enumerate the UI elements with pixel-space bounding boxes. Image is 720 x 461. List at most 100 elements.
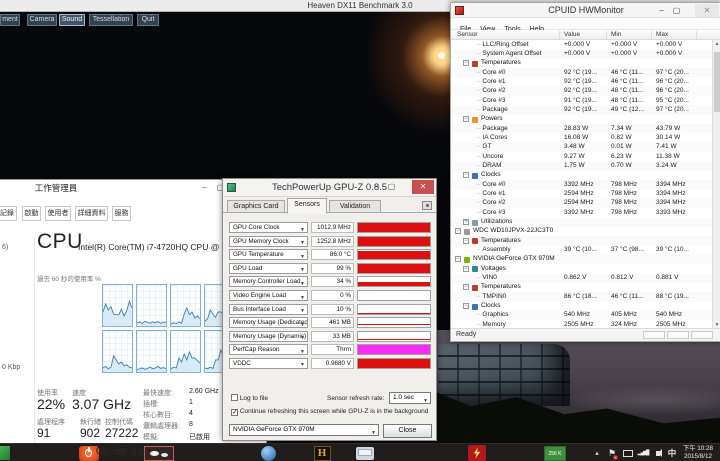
tree-row-vin0[interactable]: – VIN0 0.862 V 0.812 V 0.881 V: [451, 273, 713, 283]
tree-row-package[interactable]: – Package 92 °C (19... 49 °C (12... 97 °C (…: [451, 105, 713, 115]
maximize-button[interactable]: ▢: [669, 4, 684, 17]
collapse-icon[interactable]: −: [455, 256, 461, 263]
tree-row-voltages[interactable]: − Voltages: [451, 264, 713, 273]
close-button[interactable]: ✕: [695, 4, 719, 17]
taskbar-app-heaven[interactable]: H: [308, 445, 336, 461]
expand-icon[interactable]: +: [463, 219, 469, 226]
tree-row-clocks[interactable]: − Clocks: [451, 302, 713, 311]
tab-詳細資料[interactable]: 詳細資料: [75, 206, 108, 221]
column-max[interactable]: Max: [656, 31, 668, 38]
sensor-select[interactable]: Memory Controller Load ▼: [229, 276, 308, 288]
heaven-button-ment[interactable]: ment: [0, 14, 20, 26]
action-center-flag-icon[interactable]: ⚑ ✕: [606, 444, 618, 461]
close-dialog-button[interactable]: Close: [383, 424, 432, 438]
network-signal-icon[interactable]: ▂▄▆█: [636, 444, 650, 461]
tree-row-nvidia-geforce-gtx-970m[interactable]: − NVIDIA GeForce GTX 970M: [451, 254, 713, 265]
heaven-button-camera[interactable]: Camera: [27, 14, 57, 26]
tree-row-powers[interactable]: − Powers: [451, 115, 713, 124]
volume-icon[interactable]: [652, 444, 664, 461]
sensor-select[interactable]: VDDC ▼: [229, 357, 308, 369]
taskbar-app-lightning[interactable]: [462, 445, 492, 461]
tree-row-temperatures[interactable]: − Temperatures: [451, 283, 713, 292]
tree-row-core-0[interactable]: – Core #0 3392 MHz 798 MHz 3394 MHz: [451, 180, 713, 190]
gpuz-titlebar[interactable]: TechPowerUp GPU-Z 0.8.5 – ▢ ✕: [223, 179, 436, 197]
tab-啟動[interactable]: 啟動: [22, 206, 41, 221]
minimize-button[interactable]: –: [369, 180, 384, 193]
sensor-select[interactable]: GPU Load ▼: [229, 262, 308, 274]
tab-graphics-card[interactable]: Graphics Card: [227, 200, 285, 213]
gpu-select[interactable]: NVIDIA GeForce GTX 970M ▼: [229, 424, 379, 436]
tree-row-core-3[interactable]: – Core #3 3392 MHz 798 MHz 3393 MHz: [451, 208, 713, 217]
ime-indicator[interactable]: 中: [666, 444, 678, 461]
tree-row-llc-ring-offset[interactable]: – LLC/Ring Offset +0.000 V +0.000 V +0.000 …: [451, 40, 713, 49]
tree-row-core-0[interactable]: – Core #0 92 °C (19... 46 °C (11... 97 °C (…: [451, 68, 713, 78]
collapse-icon[interactable]: −: [463, 116, 469, 123]
collapse-icon[interactable]: −: [463, 237, 469, 244]
sensor-select[interactable]: Video Engine Load ▼: [229, 290, 308, 301]
sensor-select[interactable]: Memory Usage (Dynamic) ▼: [229, 330, 308, 342]
tree-row-core-2[interactable]: – Core #2 2594 MHz 798 MHz 3394 MHz: [451, 198, 713, 209]
sensor-select[interactable]: Bus Interface Load ▼: [229, 303, 308, 315]
tree-row-core-1[interactable]: – Core #1 92 °C (19... 46 °C (11... 96 °C (…: [451, 77, 713, 86]
screenshot-camera-icon[interactable]: [422, 201, 432, 210]
tree-row-assembly[interactable]: – Assembly 39 °C (10... 37 °C (98... 39 °C …: [451, 246, 713, 255]
tree-row-core-3[interactable]: – Core #3 91 °C (19... 48 °C (11... 95 °C (…: [451, 96, 713, 105]
taskbar-app-monitor[interactable]: [350, 445, 380, 461]
tree-row-graphics[interactable]: – Graphics 540 MHz 405 MHz 540 MHz: [451, 310, 713, 321]
column-sensor[interactable]: Sensor: [457, 31, 478, 38]
heaven-button-sound[interactable]: Sound: [59, 14, 85, 26]
sensor-select[interactable]: PerfCap Reason ▼: [229, 344, 308, 356]
tree-row-gt[interactable]: – GT 3.48 W 0.01 W 7.41 W: [451, 142, 713, 153]
collapse-icon[interactable]: −: [463, 172, 469, 179]
taskbar-app-green[interactable]: [0, 445, 10, 461]
collapse-icon[interactable]: −: [463, 284, 469, 291]
minimize-button[interactable]: –: [197, 181, 212, 194]
tab-記錄[interactable]: 記錄: [0, 206, 17, 221]
tab-服務[interactable]: 服務: [112, 206, 131, 221]
tree-row-wdc-wd10jpvx-22jc3t0[interactable]: − WDC WD10JPVX-22JC3T0: [451, 227, 713, 236]
sensor-select[interactable]: GPU Temperature ▼: [229, 249, 308, 261]
tree-row-core-1[interactable]: – Core #1 2594 MHz 798 MHz 3394 MHz: [451, 190, 713, 199]
scrollbar-thumb[interactable]: [714, 52, 720, 112]
tab-使用者[interactable]: 使用者: [45, 206, 71, 221]
sensor-select[interactable]: GPU Core Clock ▼: [229, 222, 308, 234]
hidden-icons-arrow-icon[interactable]: ▴: [592, 444, 602, 461]
tree-row-temperatures[interactable]: − Temperatures: [451, 236, 713, 246]
tree-row-clocks[interactable]: − Clocks: [451, 171, 713, 180]
heaven-button-quit[interactable]: Quit: [137, 14, 159, 26]
continue-refresh-checkbox[interactable]: ✓: [231, 409, 238, 416]
column-min[interactable]: Min: [611, 31, 621, 38]
tree-row-tmpin0[interactable]: – TMPIN0 86 °C (18... 46 °C (11... 88 °C (1…: [451, 292, 713, 302]
sensor-select[interactable]: Memory Usage (Dedicated) ▼: [229, 317, 308, 329]
tree-row-uncore[interactable]: – Uncore 9.27 W 6.23 W 11.38 W: [451, 152, 713, 161]
taskbar-app-blue-circle[interactable]: [253, 445, 283, 461]
refresh-rate-select[interactable]: 1.0 sec ▼: [389, 392, 431, 404]
collapse-icon[interactable]: −: [463, 265, 469, 272]
taskbar-app-active-highlighted[interactable]: [143, 445, 175, 461]
tree-row-temperatures[interactable]: − Temperatures: [451, 59, 713, 68]
column-value[interactable]: Value: [564, 31, 580, 38]
log-to-file-checkbox[interactable]: [231, 394, 238, 401]
minimize-button[interactable]: –: [654, 4, 669, 17]
tray-clock[interactable]: 下午 10:28 2015/8/12: [678, 445, 718, 461]
close-button[interactable]: ✕: [412, 180, 434, 194]
vertical-scrollbar[interactable]: ▲ ▼: [712, 40, 720, 330]
tree-row-system-agent-offset[interactable]: – System Agent Offset +0.000 V +0.000 V +0.…: [451, 49, 713, 59]
tree-row-core-2[interactable]: – Core #2 92 °C (19... 48 °C (11... 96 °C (…: [451, 86, 713, 97]
hwmonitor-titlebar[interactable]: CPUID HWMonitor – ▢ ✕: [451, 3, 720, 18]
collapse-icon[interactable]: −: [463, 303, 469, 310]
tab-validation[interactable]: Validation: [329, 200, 381, 213]
tab-sensors[interactable]: Sensors: [287, 198, 327, 214]
maximize-button[interactable]: ▢: [384, 180, 399, 193]
collapse-icon[interactable]: −: [463, 60, 469, 67]
tree-row-package[interactable]: – Package 28.83 W 7.34 W 43.79 W: [451, 124, 713, 134]
collapse-icon[interactable]: −: [455, 228, 461, 235]
touch-keyboard-icon[interactable]: [621, 444, 634, 461]
tree-row-dram[interactable]: – DRAM 1.75 W 0.70 W 3.24 W: [451, 161, 713, 171]
sensor-select[interactable]: GPU Memory Clock ▼: [229, 235, 308, 247]
scroll-up-icon[interactable]: ▲: [713, 40, 720, 49]
heaven-button-tessellation[interactable]: Tessellation: [89, 14, 133, 26]
tree-row-utilizations[interactable]: + Utilizations: [451, 217, 713, 227]
taskbar-app-network-meter[interactable]: 256 K: [538, 445, 572, 461]
tree-row-ia-cores[interactable]: – IA Cores 16.08 W 0.82 W 30.14 W: [451, 133, 713, 142]
